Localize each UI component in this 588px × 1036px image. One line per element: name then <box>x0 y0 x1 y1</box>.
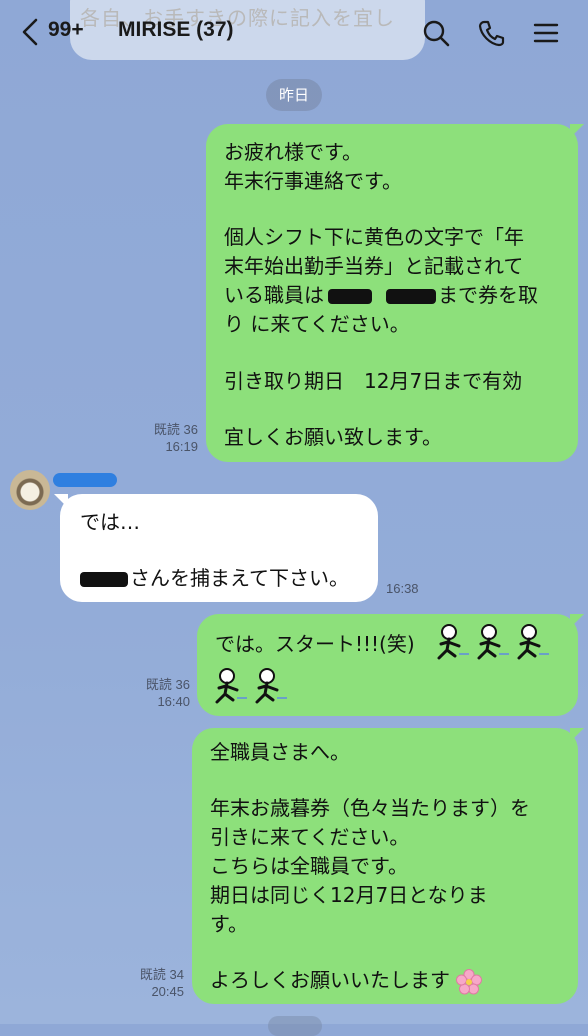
message-text: では。スタート!!!(笑) <box>215 632 415 656</box>
message-line: よろしくお願いいたします <box>210 966 483 995</box>
read-receipt: 既読 36 <box>145 677 190 692</box>
running-person-icon <box>255 668 287 704</box>
running-person-emoji-row <box>215 668 287 704</box>
running-person-icon <box>517 624 549 660</box>
message-line: 期日は同じく12月7日となりま <box>210 883 488 907</box>
message-line: では… <box>80 510 140 534</box>
running-person-icon <box>215 668 247 704</box>
running-person-icon <box>477 624 509 660</box>
message-line: 年末お歳暮券（色々当たります）を <box>210 796 530 820</box>
message-line: 個人シフト下に黄色の文字で「年 <box>224 225 524 249</box>
running-person-icon <box>437 624 469 660</box>
timestamp: 16:19 <box>165 439 198 454</box>
unread-count[interactable]: 99+ <box>48 18 84 42</box>
chat-header: 99+ MIRISE (37) <box>0 0 588 66</box>
message-text: さんを捕まえて下さい。 <box>130 566 349 590</box>
sender-avatar[interactable] <box>10 470 50 510</box>
message-line: す。 <box>210 912 248 936</box>
date-separator: 昨日 <box>266 79 322 111</box>
message-text: いる職員は <box>224 283 324 307</box>
bubble-tail <box>570 728 584 742</box>
incoming-message-bubble[interactable]: では… さんを捕まえて下さい。 <box>60 494 378 602</box>
bubble-tail <box>570 124 584 138</box>
redacted-name <box>328 289 372 304</box>
timestamp: 20:45 <box>151 984 184 999</box>
cherry-blossom-icon <box>456 968 483 994</box>
message-line: では。スタート!!!(笑) <box>215 630 415 659</box>
message-line: 宜しくお願い致します。 <box>224 425 442 449</box>
outgoing-message-bubble[interactable]: お疲れ様です。 年末行事連絡です。 個人シフト下に黄色の文字で「年 末年始出勤手… <box>206 124 578 462</box>
message-line: 全職員さまへ。 <box>210 740 350 764</box>
read-receipt: 既読 36 <box>153 422 198 437</box>
date-separator <box>268 1016 322 1036</box>
message-meta: 既読 36 16:40 <box>130 676 190 710</box>
redacted-name <box>80 572 128 587</box>
bubble-tail <box>570 614 584 628</box>
timestamp: 16:40 <box>157 694 190 709</box>
message-line: お疲れ様です。 <box>224 140 362 164</box>
outgoing-message-bubble[interactable]: 全職員さまへ。 年末お歳暮券（色々当たります）を 引きに来てください。 こちらは… <box>192 728 578 1004</box>
message-line-with-redaction: いる職員は まで券を取 <box>224 281 538 310</box>
outgoing-message-bubble[interactable]: では。スタート!!!(笑) <box>197 614 578 716</box>
timestamp: 16:38 <box>386 581 419 596</box>
message-line: 年末行事連絡です。 <box>224 169 402 193</box>
menu-icon[interactable] <box>531 18 561 48</box>
message-text: まで券を取 <box>438 283 538 307</box>
message-line-with-redaction: さんを捕まえて下さい。 <box>80 564 349 593</box>
message-meta: 既読 34 20:45 <box>124 966 184 1000</box>
phone-icon[interactable] <box>477 18 507 48</box>
message-line: り に来てください。 <box>224 312 410 336</box>
read-receipt: 既読 34 <box>139 967 184 982</box>
message-line: 末年始出勤手当券」と記載されて <box>224 254 524 278</box>
message-text: よろしくお願いいたします <box>210 968 450 992</box>
message-line: 引きに来てください。 <box>210 825 410 849</box>
running-person-emoji-row <box>437 624 549 660</box>
back-chevron-icon[interactable] <box>18 14 42 50</box>
message-meta: 既読 36 16:19 <box>140 421 198 455</box>
redacted-sender-name <box>53 473 117 487</box>
message-line: こちらは全職員です。 <box>210 854 408 878</box>
search-icon[interactable] <box>421 18 451 48</box>
redacted-name <box>386 289 436 304</box>
message-line: 引き取り期日 12月7日まで有効 <box>224 369 523 393</box>
chat-title[interactable]: MIRISE (37) <box>118 18 234 42</box>
